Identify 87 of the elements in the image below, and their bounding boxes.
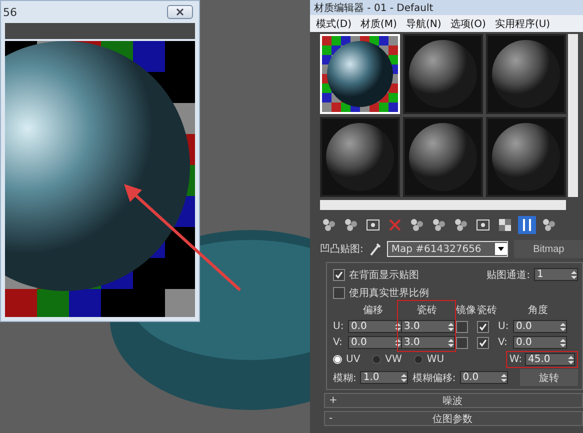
spinner-arrows-icon[interactable] <box>568 354 574 364</box>
spinner-field[interactable]: 1 <box>534 268 578 281</box>
column-header: 瓷砖 <box>416 304 438 317</box>
close-button[interactable] <box>167 5 193 19</box>
checkbox-label: 使用真实世界比例 <box>349 286 429 300</box>
eyedropper-icon[interactable] <box>369 242 382 256</box>
toolbar-button[interactable] <box>518 216 536 234</box>
menu-item[interactable]: 模式(D) <box>316 16 352 30</box>
axis-label: V: <box>333 337 344 348</box>
radio-button[interactable] <box>414 355 423 364</box>
spinner-field[interactable]: 0.0 <box>348 320 402 333</box>
radio-label: UV <box>346 354 360 365</box>
menu-item[interactable]: 材质(M) <box>360 16 397 30</box>
rotate-button[interactable]: 旋转 <box>520 369 578 386</box>
rollout-title: 噪波 <box>442 394 464 408</box>
checkbox[interactable] <box>456 320 468 332</box>
spinner-field[interactable]: 0.0 <box>460 371 508 384</box>
map-label: 凹凸贴图: <box>320 242 364 256</box>
window-title: 材质编辑器 - 01 - Default <box>314 2 434 14</box>
axis-label: U: <box>498 321 510 332</box>
close-icon <box>176 8 184 16</box>
spinner-arrows-icon[interactable] <box>395 338 401 348</box>
spinner-arrows-icon[interactable] <box>448 322 454 332</box>
spheres-icon <box>344 218 358 232</box>
checkbox[interactable] <box>333 268 345 280</box>
column-header: 角度 <box>527 304 549 317</box>
spinner-field[interactable]: 3.0 <box>401 336 455 349</box>
toolbar-button[interactable] <box>496 216 514 234</box>
field-label: 贴图通道: <box>486 268 530 282</box>
column-header: 偏移 <box>362 304 384 317</box>
spheres-icon <box>410 218 424 232</box>
axis-label: W: <box>509 354 522 365</box>
radio-label: VW <box>385 354 402 365</box>
map-name-dropdown[interactable]: Map #614327656 <box>387 241 508 257</box>
spheres-icon <box>454 218 468 232</box>
spinner-arrows-icon[interactable] <box>500 372 507 382</box>
field-label: 模糊: <box>333 372 356 384</box>
spinner-field[interactable]: 45.0 <box>525 353 575 366</box>
checkbox[interactable] <box>333 286 345 298</box>
spinner-field[interactable]: 3.0 <box>401 320 455 333</box>
checkbox-label: 在背面显示贴图 <box>349 268 419 282</box>
toolbar-button[interactable] <box>342 216 360 234</box>
toolbar-button[interactable] <box>452 216 470 234</box>
column-header: 镜像 <box>456 304 474 317</box>
expand-sign: + <box>328 395 338 406</box>
checkbox[interactable] <box>456 336 468 348</box>
spheres-icon <box>542 218 556 232</box>
field-label: 模糊偏移: <box>412 372 456 384</box>
window-title: 56 <box>3 6 17 18</box>
radio-button[interactable] <box>372 355 382 364</box>
box-icon <box>476 218 490 232</box>
toolbar-button[interactable] <box>408 216 426 234</box>
highlight-frame <box>397 300 456 352</box>
menu-item[interactable]: 实用程序(U) <box>494 16 550 30</box>
spheres-icon <box>322 218 336 232</box>
spinner-arrows-icon[interactable] <box>448 338 454 348</box>
box-icon <box>366 218 380 232</box>
rollout-header[interactable]: - 位图参数 <box>324 411 583 426</box>
delete-icon <box>388 218 402 232</box>
spinner-field[interactable]: 0.0 <box>513 336 567 349</box>
axis-label: U: <box>333 321 345 332</box>
checkbox[interactable] <box>477 336 489 348</box>
toolbar-button[interactable] <box>540 216 558 234</box>
toolbar-button[interactable] <box>430 216 448 234</box>
toolbar-button[interactable] <box>320 216 338 234</box>
checker-icon <box>498 218 512 232</box>
spinner-arrows-icon[interactable] <box>560 338 566 348</box>
dropdown-caret-icon <box>495 243 508 255</box>
spinner-arrows-icon[interactable] <box>401 372 408 382</box>
menu-item[interactable]: 导航(N) <box>406 16 442 30</box>
spinner-field[interactable]: 1.0 <box>360 371 408 384</box>
spheres-icon <box>432 218 446 232</box>
radio-label: WU <box>426 354 444 365</box>
spinner-field[interactable]: 0.0 <box>348 336 402 349</box>
rollout-title: 位图参数 <box>432 412 474 426</box>
column-header: 瓷砖 <box>477 304 495 317</box>
spinner-field[interactable]: 0.0 <box>513 320 567 333</box>
map-type-button[interactable]: Bitmap <box>514 240 583 258</box>
checkbox[interactable] <box>477 320 489 332</box>
rollout-header[interactable]: + 噪波 <box>324 393 583 408</box>
expand-sign: - <box>328 413 334 424</box>
spinner-arrows-icon[interactable] <box>395 322 401 332</box>
menu-item[interactable]: 选项(O) <box>450 16 486 30</box>
axis-label: V: <box>498 337 508 348</box>
spinner-arrows-icon[interactable] <box>571 270 577 280</box>
bars-icon <box>520 218 534 232</box>
spinner-arrows-icon[interactable] <box>560 322 566 332</box>
